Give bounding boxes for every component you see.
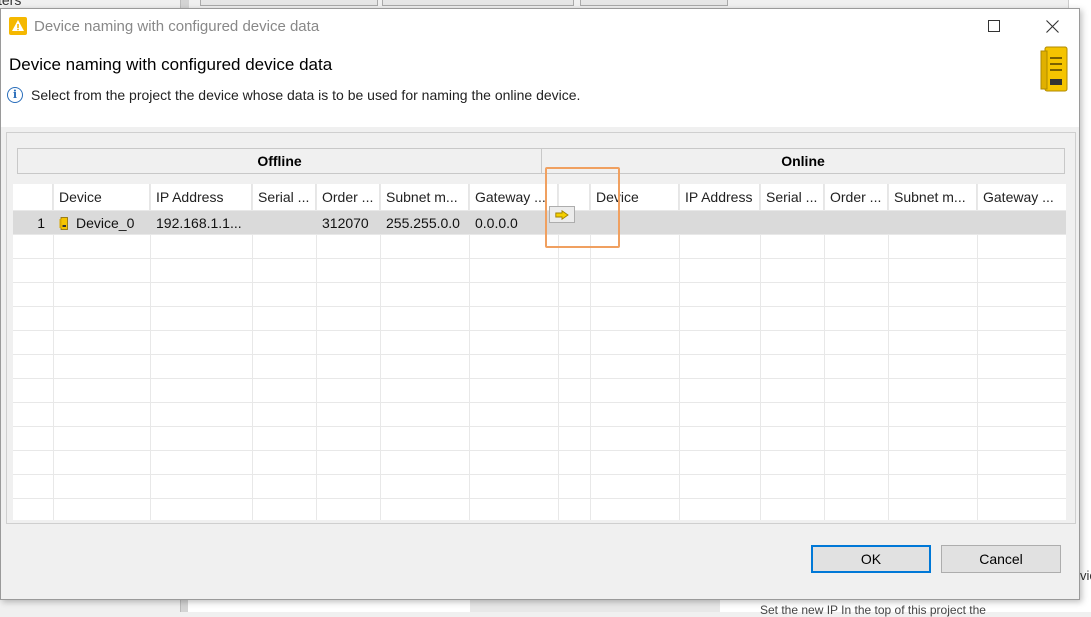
table-row — [13, 498, 1066, 523]
close-icon — [1045, 19, 1059, 33]
offline-ip-header[interactable]: IP Address — [150, 184, 252, 210]
background-label: vic — [1080, 568, 1091, 583]
offline-order-header[interactable]: Order ... — [316, 184, 380, 210]
info-icon: i — [7, 87, 23, 103]
table-row — [13, 330, 1066, 355]
offline-subnet-header[interactable]: Subnet m... — [380, 184, 469, 210]
row-number: 1 — [37, 215, 45, 231]
background-tab[interactable] — [580, 0, 728, 6]
online-subnet-header[interactable]: Subnet m... — [888, 184, 977, 210]
background-label: Set the new IP In the top of this projec… — [760, 603, 986, 617]
table-row — [13, 474, 1066, 499]
order-cell[interactable]: 312070 — [316, 211, 380, 235]
rownum-header — [13, 184, 53, 210]
subnet-cell[interactable]: 255.255.0.0 — [380, 211, 469, 235]
table-row — [13, 234, 1066, 259]
background-tab[interactable] — [382, 0, 574, 6]
table-row — [13, 450, 1066, 475]
device-mapping-group: Offline Online Device IP Address Serial … — [6, 132, 1076, 524]
maximize-button[interactable] — [971, 9, 1017, 43]
device-banner-icon — [1040, 46, 1068, 92]
cancel-button[interactable]: Cancel — [941, 545, 1061, 573]
online-serial-header[interactable]: Serial ... — [760, 184, 824, 210]
table-row — [13, 306, 1066, 331]
dialog-content: Offline Online Device IP Address Serial … — [1, 127, 1079, 599]
info-message: i Select from the project the device who… — [7, 87, 580, 103]
table-row — [13, 426, 1066, 451]
offline-header: Offline — [17, 148, 542, 174]
online-order-header[interactable]: Order ... — [824, 184, 888, 210]
device-name: Device_0 — [76, 215, 135, 231]
dialog-header: Device naming with configured device dat… — [1, 43, 1079, 127]
table-row — [13, 402, 1066, 427]
table-row — [13, 258, 1066, 283]
warning-app-icon — [9, 17, 27, 35]
table-row — [13, 378, 1066, 403]
device-icon — [59, 217, 68, 230]
serial-cell[interactable] — [252, 211, 316, 235]
offline-device-header[interactable]: Device — [53, 184, 150, 210]
ip-cell[interactable]: 192.168.1.1... — [150, 211, 252, 235]
table-row[interactable]: 1 Device_0 192.168.1.1... 312070 255.255… — [13, 210, 1066, 235]
table-row — [13, 354, 1066, 379]
online-gateway-header[interactable]: Gateway ... — [977, 184, 1066, 210]
device-table[interactable]: Device IP Address Serial ... Order ... S… — [13, 184, 1066, 520]
table-row — [13, 282, 1066, 307]
ok-button[interactable]: OK — [811, 545, 931, 573]
highlight-box — [545, 167, 620, 248]
maximize-icon — [988, 20, 1000, 32]
dialog-heading: Device naming with configured device dat… — [9, 55, 333, 74]
close-button[interactable] — [1029, 9, 1075, 43]
title-bar: Device naming with configured device dat… — [1, 9, 1079, 43]
device-cell[interactable]: Device_0 — [53, 211, 150, 235]
background-tab[interactable] — [200, 0, 378, 6]
info-text: Select from the project the device whose… — [31, 87, 581, 103]
window-title: Device naming with configured device dat… — [34, 18, 320, 35]
device-naming-dialog: Device naming with configured device dat… — [0, 8, 1080, 600]
background-label: ters — [0, 0, 22, 8]
online-ip-header[interactable]: IP Address — [679, 184, 760, 210]
offline-serial-header[interactable]: Serial ... — [252, 184, 316, 210]
